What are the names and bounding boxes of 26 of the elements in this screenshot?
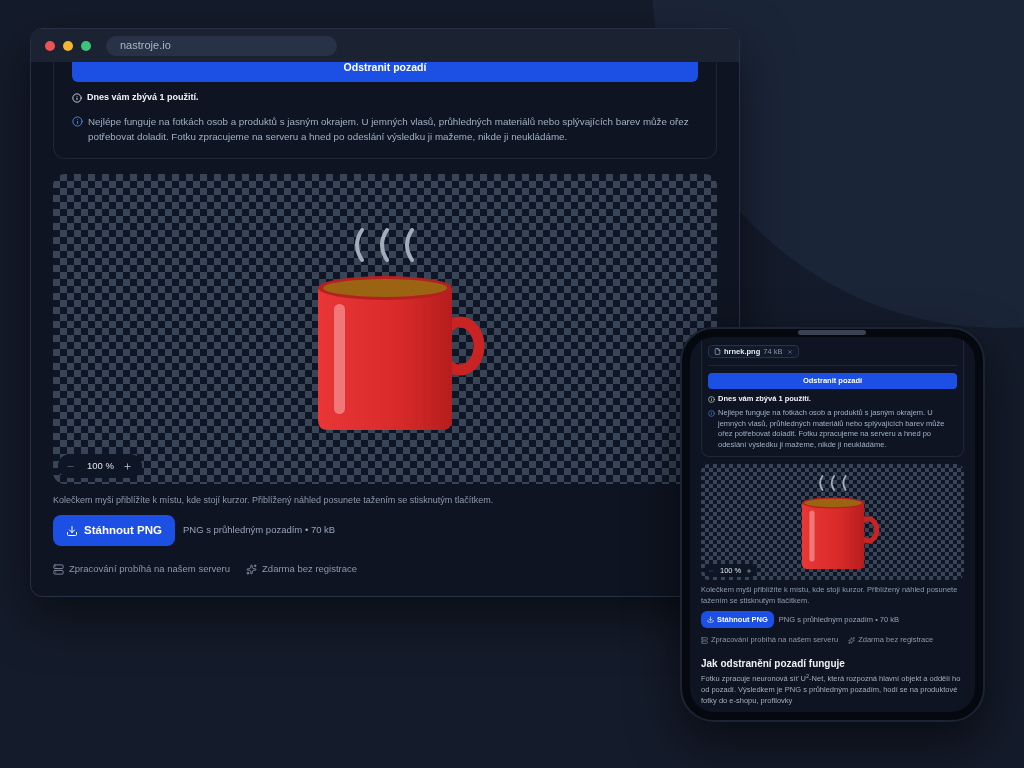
zoom-level: 100 % (87, 458, 114, 473)
section-heading: Jak odstranění pozadí funguje (701, 657, 846, 670)
info-icon (708, 410, 715, 417)
sparkles-icon (246, 563, 258, 575)
file-icon (714, 348, 721, 355)
phone-notch (798, 330, 866, 335)
info-icon (708, 395, 715, 403)
close-icon[interactable] (787, 348, 794, 355)
file-info: PNG s průhledným pozadím • 70 kB (182, 523, 336, 538)
download-icon (707, 616, 714, 623)
server-icon (53, 563, 64, 575)
info-icon (72, 116, 83, 127)
plus-icon (123, 461, 133, 471)
feature-label: Zdarma bez registrace (262, 561, 358, 576)
zoom-hint: Kolečkem myši přiblížíte k místu, kde stojí kurzor. Přiblížený náhled posunete tažením se stisknutým tlačítkem. (53, 494, 495, 507)
download-icon (66, 524, 78, 537)
info-text: Nejlépe funguje na fotkách osob a produktů s jasným okrajem. U jemných vlasů, průhledných materiálů nebo splývajících barev může ořez potřebovat doladit. Fotku zpracujeme na serveru a hned po odeslání výsledku ji mažeme, nikde ji neukládáme. (88, 115, 690, 144)
feature-label: Zpracování probíhá na našem serveru (69, 561, 231, 576)
address-field[interactable]: nastroje.io (106, 35, 337, 56)
sparkles-icon (848, 636, 856, 644)
download-button[interactable]: Stáhnout PNG (53, 515, 175, 546)
usage-note: Dnes vám zbývá 1 použití. (87, 91, 199, 105)
remove-background-button[interactable]: Odstranit pozadí (72, 62, 698, 82)
info-icon (72, 93, 82, 103)
server-icon (701, 636, 708, 644)
plus-icon (746, 567, 753, 574)
